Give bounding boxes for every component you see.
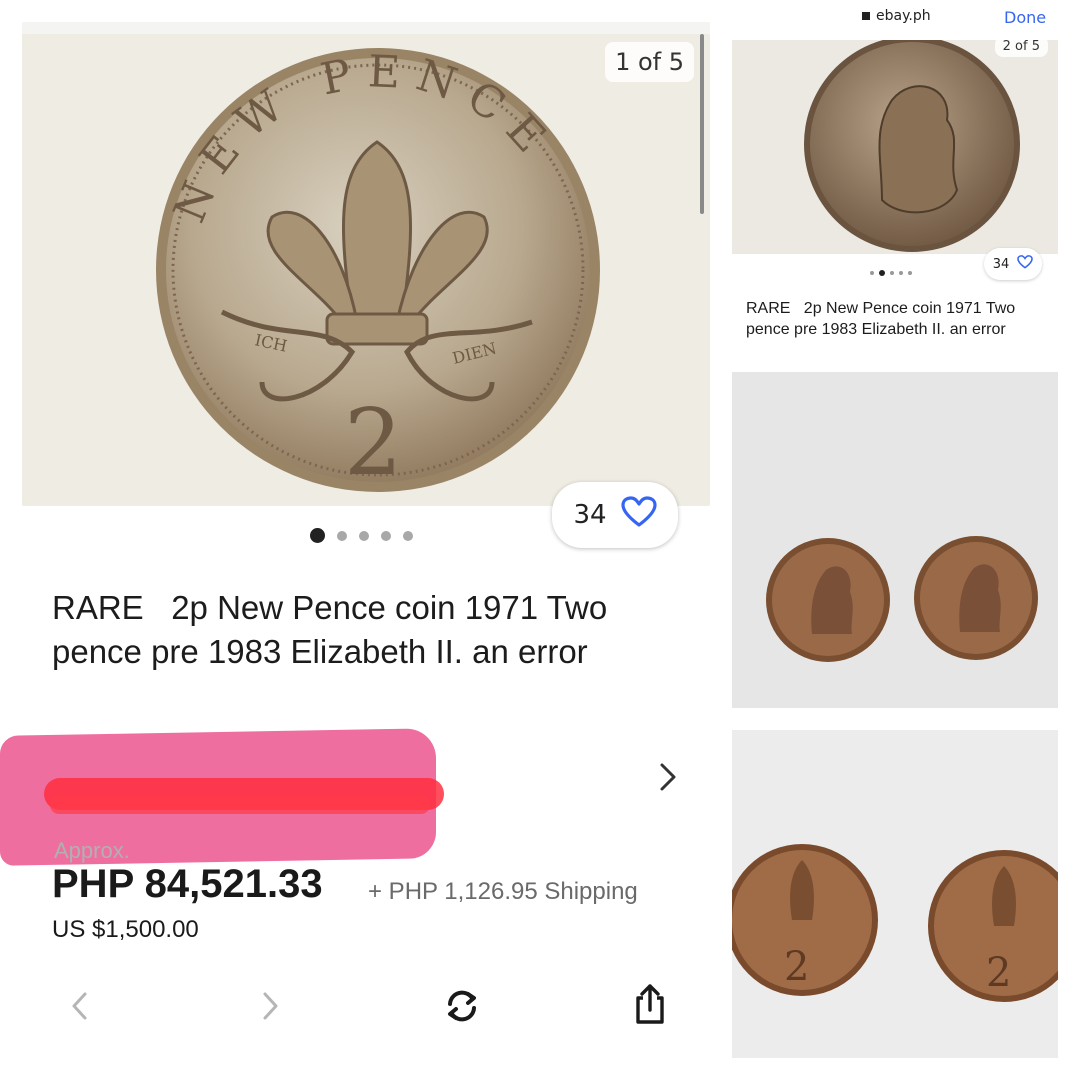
approx-label: Approx. [54,838,130,863]
done-button[interactable]: Done [1004,8,1046,27]
price: PHP 84,521.33 [52,862,323,906]
carousel-dot[interactable] [899,271,903,275]
chevron-left-icon[interactable] [58,984,102,1028]
svg-text:2: 2 [986,950,1011,996]
carousel-dot[interactable] [381,530,391,541]
carousel-dot[interactable] [359,530,369,541]
carousel-dot[interactable] [403,530,413,541]
watch-button[interactable]: 34 [552,482,678,548]
svg-text:2: 2 [344,389,403,496]
carousel-dot[interactable] [337,530,347,541]
carousel-dot[interactable] [908,271,912,275]
url-text: ebay.ph [876,8,931,24]
listing-title: RARE 2p New Pence coin 1971 Two pence pr… [746,300,1020,338]
carousel-dot[interactable] [879,270,885,276]
shipping-cost: + PHP 1,126.95 Shipping [368,878,638,905]
carousel-dot[interactable] [890,271,894,275]
photo-scrollbar[interactable] [700,34,704,214]
two-coins-reverse-image: 2 2 [732,844,1058,1002]
svg-text:2: 2 [784,944,809,990]
coin-obverse-image [804,40,1020,252]
photo-two-coins-reverse[interactable]: 2 2 [732,730,1058,1058]
main-photo-carousel[interactable]: NEW PENCE ICH DIEN 2 1 of 5 [22,22,710,506]
price-usd: US $1,500.00 [52,916,199,943]
watch-count: 34 [573,500,607,530]
watch-button[interactable]: 34 [984,248,1042,280]
url-bar[interactable]: ebay.ph [862,8,931,24]
two-coins-obverse-image [766,536,1038,662]
chevron-right-icon[interactable] [248,984,292,1028]
redaction-scribble [50,796,430,814]
heart-icon [1017,255,1034,273]
photo-counter: 1 of 5 [605,42,694,82]
seller-chevron-right-icon[interactable] [654,760,682,794]
watch-count: 34 [992,256,1010,272]
refresh-icon[interactable] [440,984,484,1028]
listing-title: RARE 2p New Pence coin 1971 Two pence pr… [52,589,617,670]
photo-counter: 2 of 5 [994,40,1048,57]
photo-two-coins-obverse[interactable] [732,372,1058,708]
carousel-dot[interactable] [870,271,874,275]
side-photo-obverse[interactable]: 2 of 5 [732,40,1058,254]
carousel-dots[interactable] [870,270,912,276]
carousel-dot[interactable] [310,528,325,543]
lock-icon [862,12,870,20]
heart-icon [620,495,657,535]
share-icon[interactable] [628,982,672,1026]
coin-reverse-image: NEW PENCE ICH DIEN 2 [156,46,600,496]
carousel-dots[interactable] [310,528,413,543]
